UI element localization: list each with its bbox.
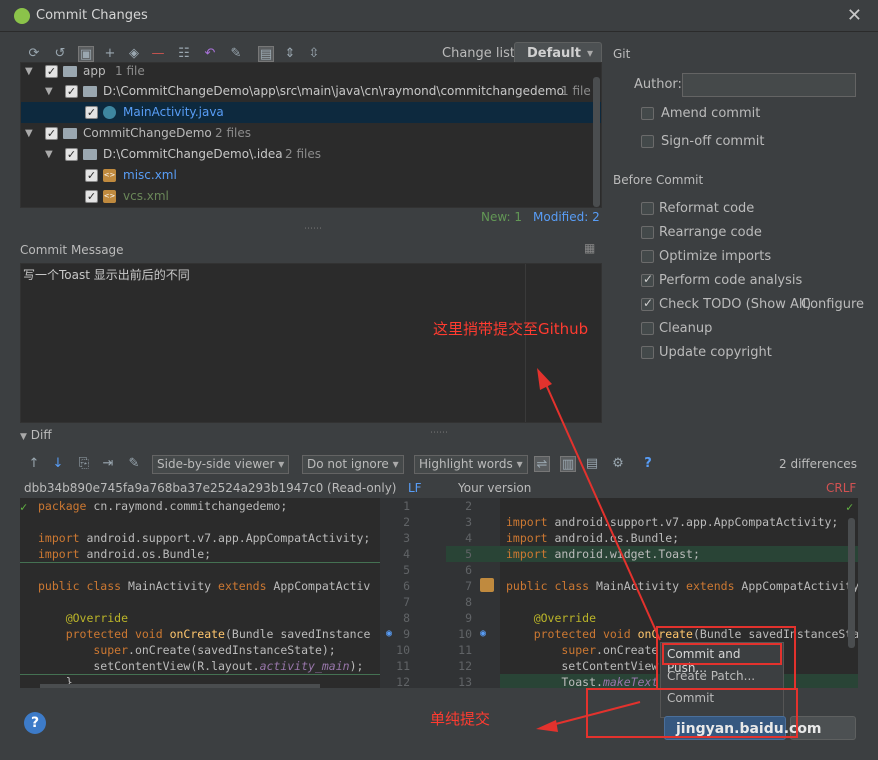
arrow-head-up [537,368,552,390]
annotation-arrows [536,368,661,732]
arrow-line-up [543,379,661,641]
arrow-head-left [536,720,558,732]
arrow-line-left [547,701,641,727]
